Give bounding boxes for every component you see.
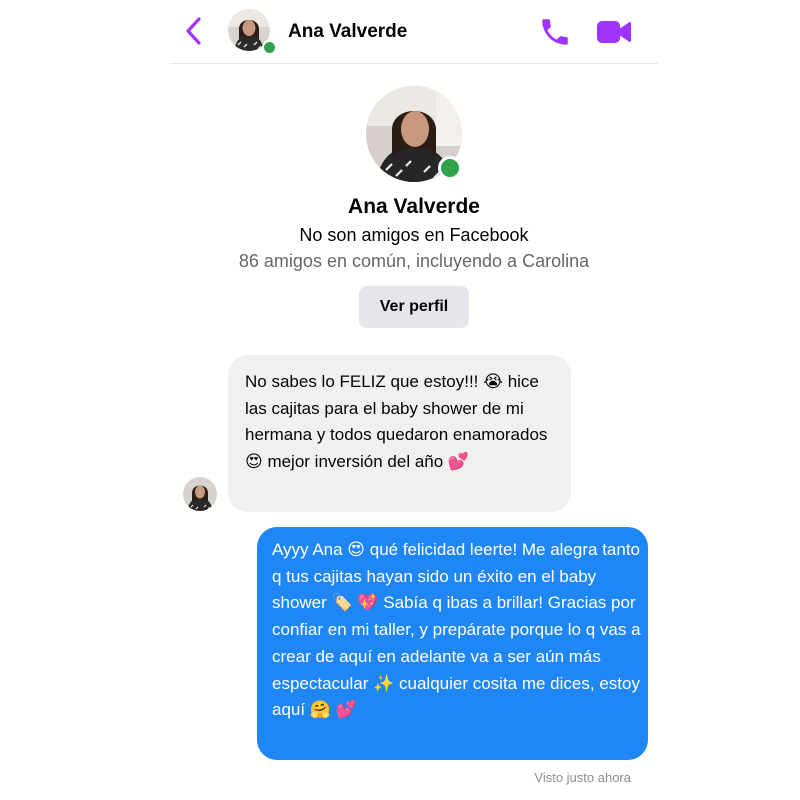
friend-status-text: No son amigos en Facebook xyxy=(299,225,529,245)
message-text: Ayyy Ana 😍 qué felicidad leerte! Me aleg… xyxy=(272,540,641,720)
seen-status: Visto justo ahora xyxy=(534,770,631,785)
online-status-dot xyxy=(262,40,277,55)
view-profile-button[interactable]: Ver perfil xyxy=(359,286,469,328)
video-camera-icon[interactable] xyxy=(596,18,632,46)
profile-name: Ana Valverde xyxy=(348,195,480,218)
incoming-message-bubble[interactable]: No sabes lo FELIZ que estoy!!! 😭 hice la… xyxy=(228,355,571,512)
outgoing-message-bubble[interactable]: Ayyy Ana 😍 qué felicidad leerte! Me aleg… xyxy=(257,527,648,760)
sender-avatar[interactable] xyxy=(183,477,217,511)
header-divider xyxy=(170,63,658,64)
phone-icon[interactable] xyxy=(538,15,572,49)
chevron-left-icon[interactable] xyxy=(180,14,208,48)
online-status-dot xyxy=(438,156,462,180)
header-contact-name[interactable]: Ana Valverde xyxy=(288,21,407,43)
mutual-friends-text: 86 amigos en común, incluyendo a Carolin… xyxy=(238,251,590,271)
message-text: No sabes lo FELIZ que estoy!!! 😭 hice la… xyxy=(245,372,548,471)
